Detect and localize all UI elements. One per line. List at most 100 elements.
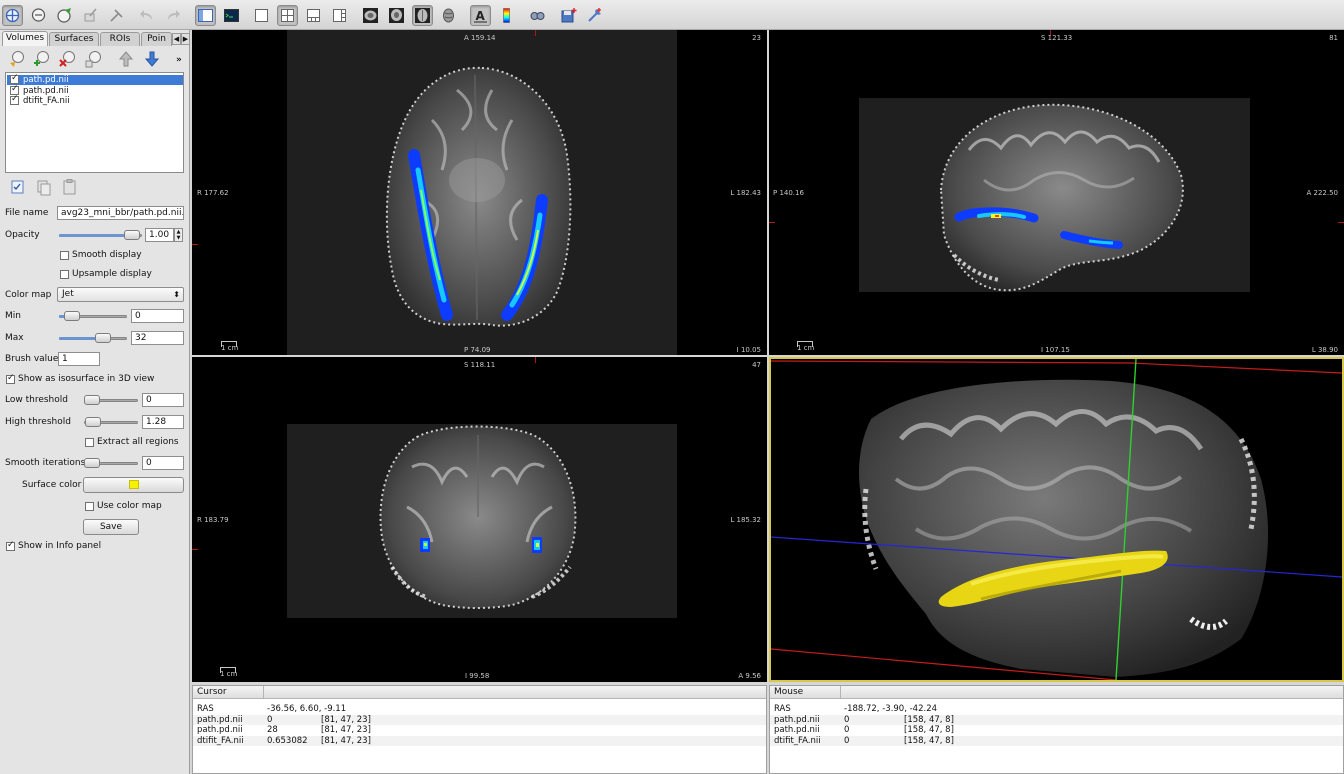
surface-color-button[interactable] <box>83 477 184 493</box>
smooth-iterations-handle[interactable] <box>84 458 100 468</box>
high-threshold-field[interactable]: 1.28 <box>142 415 184 429</box>
table-row[interactable]: path.pd.nii 0 [158, 47, 8] <box>770 725 1343 736</box>
show-isosurface-checkbox[interactable] <box>6 373 15 384</box>
color-bar-icon[interactable] <box>496 5 517 26</box>
recon-edit-icon[interactable] <box>80 5 101 26</box>
svg-text:A: A <box>476 9 486 23</box>
show-in-info-panel-checkbox[interactable] <box>6 540 15 551</box>
min-slider-handle[interactable] <box>64 311 80 321</box>
file-name-field[interactable]: avg23_mni_bbr/path.pd.nii.gz <box>57 206 184 220</box>
layer-item[interactable]: dtifit_FA.nii <box>7 94 183 106</box>
table-row[interactable]: dtifit_FA.nii 0 [158, 47, 8] <box>770 735 1343 746</box>
tab-scroll-left-icon[interactable]: ◀ <box>172 33 181 45</box>
3d-view[interactable] <box>769 357 1344 682</box>
info-value: 0 <box>844 725 850 735</box>
layer-item[interactable]: path.pd.nii <box>7 84 183 96</box>
low-threshold-field[interactable]: 0 <box>142 393 184 407</box>
smooth-iterations-field[interactable]: 0 <box>142 456 184 470</box>
command-console-icon[interactable] <box>221 5 242 26</box>
close-volume-icon[interactable] <box>58 49 78 69</box>
layer-visible-checkbox[interactable] <box>10 94 19 105</box>
table-row[interactable]: path.pd.nii 28 [81, 47, 23] <box>193 725 766 736</box>
low-threshold-slider[interactable] <box>84 393 138 407</box>
smooth-display-checkbox[interactable] <box>60 251 69 260</box>
save-volume-icon[interactable] <box>84 49 104 69</box>
low-threshold-label: Low threshold <box>5 395 68 405</box>
toggle-panel-icon[interactable] <box>195 5 216 26</box>
color-map-value: Jet <box>62 289 74 299</box>
layer-list[interactable]: path.pd.nii path.pd.nii dtifit_FA.nii <box>5 72 184 173</box>
opacity-slider[interactable] <box>59 228 142 242</box>
table-row[interactable]: RAS -36.56, 6.60, -9.11 <box>193 704 766 715</box>
undo-icon[interactable] <box>137 5 158 26</box>
low-threshold-handle[interactable] <box>84 395 100 405</box>
max-field[interactable]: 32 <box>131 331 184 345</box>
table-row[interactable]: path.pd.nii 0 [81, 47, 23] <box>193 714 766 725</box>
roi-edit-icon[interactable] <box>106 5 127 26</box>
info-value: 0.653082 <box>267 735 308 746</box>
table-row[interactable]: path.pd.nii 0 [158, 47, 8] <box>770 714 1343 725</box>
axial-view[interactable]: A 159.14 23 R 177.62 L 182.43 P 74.09 I … <box>192 30 767 355</box>
opacity-field[interactable]: 1.00 <box>145 228 174 242</box>
color-map-select[interactable]: Jet ⬍ <box>57 287 184 302</box>
table-row[interactable]: RAS -188.72, -3.90, -42.24 <box>770 704 1343 715</box>
axial-scale-label: 1 cm <box>221 344 239 352</box>
sagittal-view[interactable]: S 121.33 81 P 140.16 A 222.50 I 107.15 L… <box>769 30 1344 355</box>
high-threshold-handle[interactable] <box>85 417 101 427</box>
layer-name: path.pd.nii <box>23 85 69 96</box>
voxel-edit-icon[interactable] <box>54 5 75 26</box>
max-slider-handle[interactable] <box>95 333 111 343</box>
tab-rois[interactable]: ROIs <box>100 32 140 46</box>
move-layer-down-icon[interactable] <box>142 49 162 69</box>
navigate-icon[interactable] <box>2 5 23 26</box>
min-slider[interactable] <box>59 309 127 323</box>
new-volume-icon[interactable] <box>32 49 52 69</box>
sagittal-right-coordinate: A 222.50 <box>1306 189 1338 197</box>
min-field[interactable]: 0 <box>131 309 184 323</box>
3d-render-scene <box>771 359 1342 680</box>
table-row[interactable]: dtifit_FA.nii 0.653082 [81, 47, 23] <box>193 735 766 746</box>
layout-1x1-icon[interactable] <box>251 5 272 26</box>
layer-item[interactable]: path.pd.nii <box>7 73 183 85</box>
select-all-layers-icon[interactable] <box>8 177 28 197</box>
opacity-slider-handle[interactable] <box>124 230 140 240</box>
redo-icon[interactable] <box>162 5 183 26</box>
view-sagittal-icon[interactable] <box>360 5 381 26</box>
max-slider[interactable] <box>59 331 127 345</box>
coronal-brain-slice <box>379 425 577 609</box>
paste-layer-icon[interactable] <box>60 177 80 197</box>
tab-scroll-right-icon[interactable]: ▶ <box>181 33 190 45</box>
info-name: RAS <box>774 704 791 714</box>
axial-slice-number: 23 <box>752 34 761 42</box>
save-isosurface-button[interactable]: Save <box>83 519 139 535</box>
smooth-iterations-slider[interactable] <box>84 456 138 470</box>
layout-1-3-horizontal-icon[interactable] <box>329 5 350 26</box>
layout-2x2-icon[interactable] <box>277 5 298 26</box>
layout-1-3-icon[interactable] <box>303 5 324 26</box>
view-axial-icon[interactable] <box>412 5 433 26</box>
save-point-icon[interactable] <box>558 5 579 26</box>
measure-icon[interactable] <box>28 5 49 26</box>
info-value: 28 <box>267 725 278 735</box>
use-color-map-checkbox[interactable] <box>85 502 94 511</box>
view-coronal-icon[interactable] <box>386 5 407 26</box>
high-threshold-slider[interactable] <box>84 415 138 429</box>
tab-points[interactable]: Poin <box>141 32 172 46</box>
extract-all-regions-checkbox[interactable] <box>85 438 94 447</box>
move-layer-up-icon[interactable] <box>116 49 136 69</box>
upsample-display-checkbox[interactable] <box>60 270 69 279</box>
more-tools-icon[interactable]: » <box>176 54 182 66</box>
brush-value-field[interactable]: 1 <box>58 352 100 366</box>
coronal-view[interactable]: S 118.11 47 R 183.79 L 185.32 I 99.58 A … <box>192 357 767 682</box>
goto-point-icon[interactable] <box>584 5 605 26</box>
axial-bottom-coordinate: P 74.09 <box>464 346 491 354</box>
reset-view-icon[interactable] <box>527 5 548 26</box>
tab-surfaces[interactable]: Surfaces <box>49 32 99 46</box>
load-volume-icon[interactable] <box>7 49 27 69</box>
view-3d-icon[interactable] <box>438 5 459 26</box>
show-coordinates-icon[interactable]: A <box>470 5 491 26</box>
opacity-spinner[interactable]: ▲ ▼ <box>174 228 183 242</box>
axial-left-coordinate: R 177.62 <box>197 189 229 197</box>
tab-volumes[interactable]: Volumes <box>2 31 48 46</box>
copy-layer-icon[interactable] <box>34 177 54 197</box>
